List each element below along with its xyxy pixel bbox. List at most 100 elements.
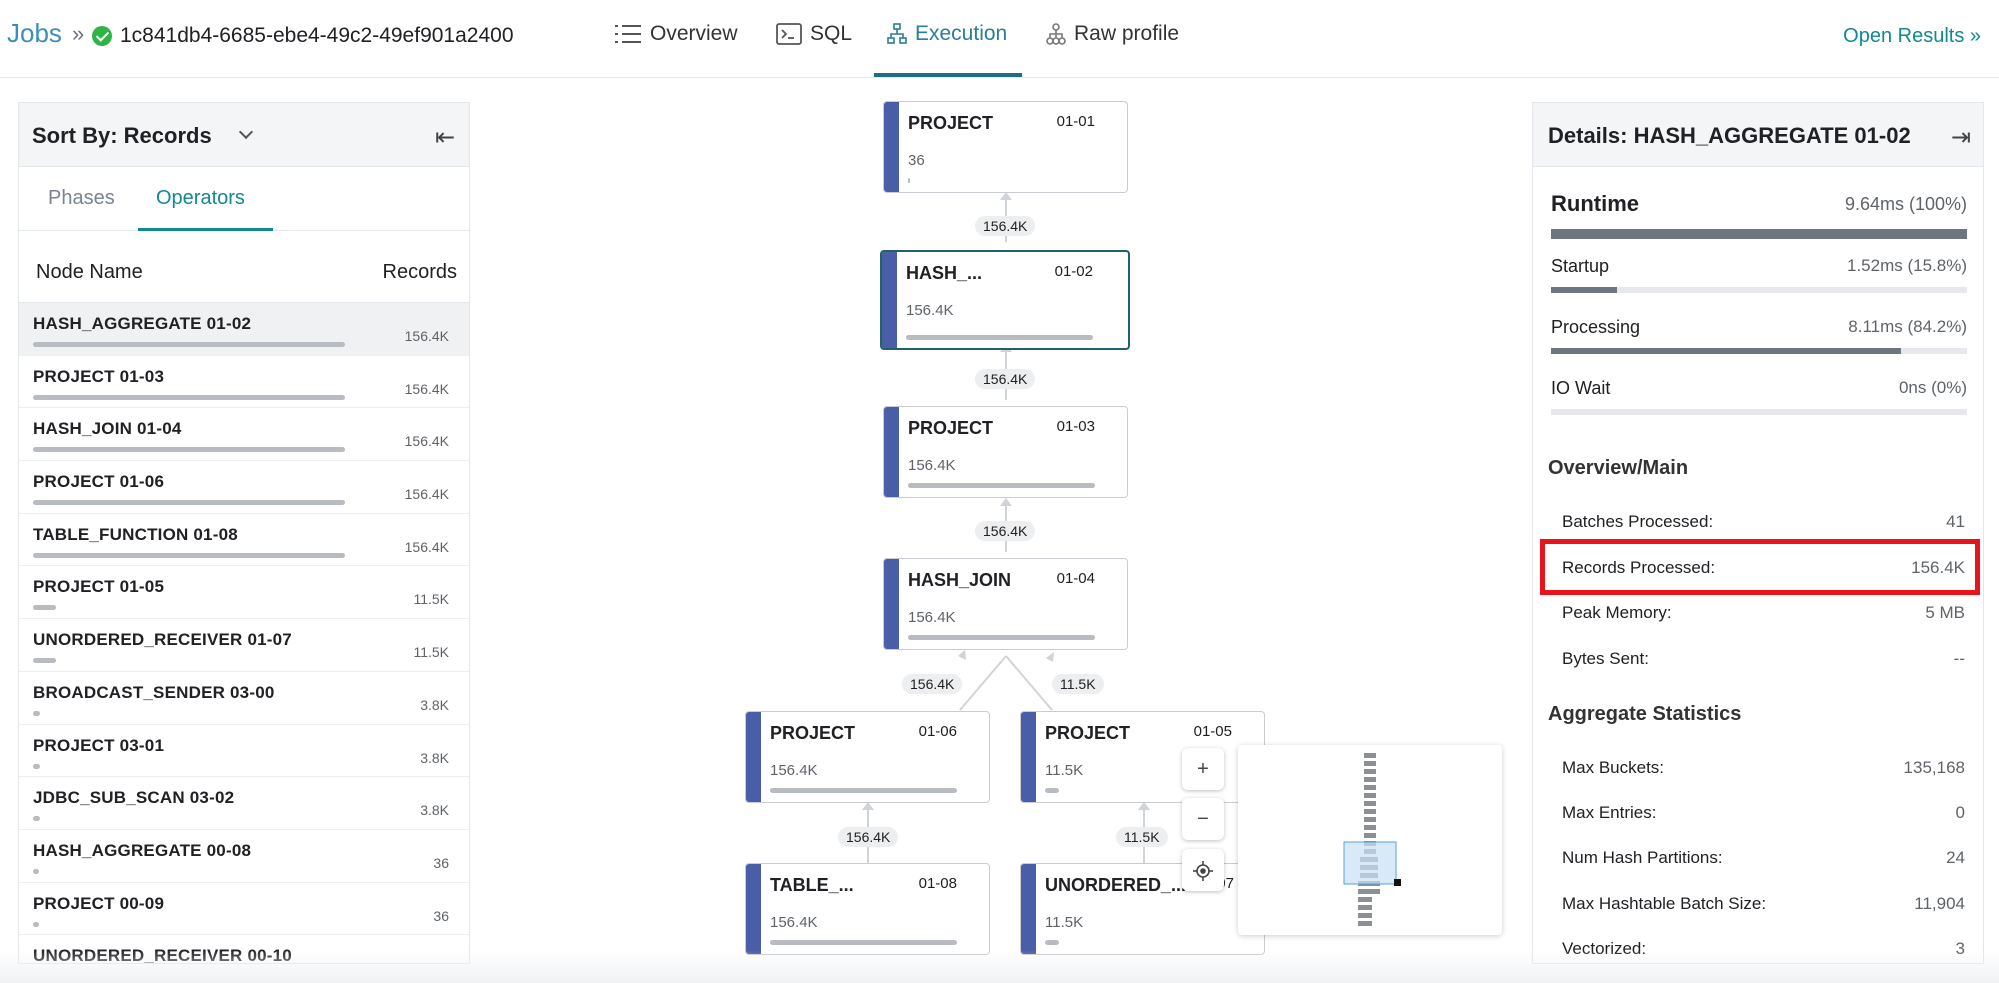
recenter-button[interactable] [1182,849,1224,891]
operator-row[interactable]: HASH_AGGREGATE 01-02 156.4K [19,303,469,356]
operator-row[interactable]: UNORDERED_RECEIVER 01-07 11.5K [19,619,469,672]
column-header-records[interactable]: Records [383,261,457,284]
operator-records: 156.4K [404,486,449,503]
operator-name: PROJECT 01-06 [33,472,165,492]
operators-panel: Sort By: Records ⇤ Phases Operators Node… [18,102,470,964]
graph-node-project-01-01[interactable]: PROJECT 01-01 36 [883,101,1128,193]
stat-label: Batches Processed: [1562,512,1714,531]
node-records-bar [770,788,957,793]
node-records-bar [908,483,1095,488]
sort-by-dropdown[interactable]: Sort By: Records [32,123,212,149]
operator-records-bar [33,605,56,611]
edge-label: 156.4K [838,827,899,847]
tab-overview[interactable]: Overview [614,22,738,78]
node-records-bar [770,940,957,945]
stat-bytes-sent: Bytes Sent: -- [1562,649,1965,679]
stat-value: 11,904 [1914,894,1965,913]
breadcrumb-jobs-link[interactable]: Jobs [7,18,62,49]
node-id: 01-02 [1054,263,1093,280]
minimap-canvas [1343,753,1401,926]
operator-records-bar [33,710,40,716]
operator-row[interactable]: JDBC_SUB_SCAN 03-02 3.8K [19,777,469,830]
stat-max-entries: Max Entries: 0 [1562,803,1965,833]
node-records: 156.4K [908,457,956,474]
node-title: TABLE_... [770,875,854,895]
operator-records: 11.5K [413,591,449,608]
node-id: 01-06 [918,723,957,740]
records-processed-highlight [1540,539,1980,595]
metric-label: Startup [1551,256,1610,276]
metric-label: IO Wait [1551,378,1611,398]
node-title: PROJECT [908,418,994,438]
tab-sql[interactable]: SQL [776,22,852,78]
graph-node-hash-aggregate-01-02[interactable]: HASH_... 01-02 156.4K [880,250,1130,350]
metric-value: 8.11ms (84.2%) [1848,317,1967,336]
tab-sql-label: SQL [810,22,853,45]
graph-node-table-function-01-08[interactable]: TABLE_... 01-08 156.4K [745,863,990,955]
open-results-link[interactable]: Open Results » [1843,25,1981,48]
operator-row[interactable]: PROJECT 01-03 156.4K [19,356,469,409]
overview-section-title: Overview/Main [1548,457,1689,479]
stat-max-buckets: Max Buckets: 135,168 [1562,758,1965,788]
graph-node-project-01-06[interactable]: PROJECT 01-06 156.4K [745,711,990,803]
operator-name: HASH_AGGREGATE 00-08 [33,840,252,860]
runtime-bar-fill [1551,229,1967,239]
operator-row[interactable]: PROJECT 01-06 156.4K [19,461,469,514]
runtime-label: Runtime [1551,191,1639,216]
operator-name: PROJECT 00-09 [33,893,165,913]
startup-metric: Startup 1.52ms (15.8%) [1551,256,1967,293]
operator-name: JDBC_SUB_SCAN 03-02 [33,788,235,808]
operator-name: BROADCAST_SENDER 03-00 [33,682,275,702]
operator-records: 11.5K [413,644,449,661]
operator-row[interactable]: PROJECT 03-01 3.8K [19,725,469,778]
execution-tree-icon [887,23,907,45]
node-title: UNORDERED_... [1045,875,1187,895]
job-id: 1c841db4-6685-ebe4-49c2-49ef901a2400 [120,24,514,47]
operator-row[interactable]: HASH_JOIN 01-04 156.4K [19,408,469,462]
runtime-value: 9.64ms (100%) [1844,194,1967,214]
zoom-out-button[interactable]: − [1182,798,1224,840]
tab-operators[interactable]: Operators [156,187,245,210]
operator-row[interactable]: HASH_AGGREGATE 00-08 36 [19,830,469,883]
hierarchy-icon [1046,23,1066,46]
edge-label: 156.4K [975,216,1036,236]
stat-value: 5 MB [1925,603,1965,622]
stat-peak-memory: Peak Memory: 5 MB [1562,603,1965,633]
operator-row[interactable]: PROJECT 01-05 11.5K [19,566,469,620]
chevron-down-icon[interactable] [238,124,254,140]
graph-node-project-01-03[interactable]: PROJECT 01-03 156.4K [883,406,1128,498]
graph-node-hash-join-01-04[interactable]: HASH_JOIN 01-04 156.4K [883,558,1128,650]
operator-records-bar [33,394,345,400]
stat-value: -- [1953,649,1965,668]
operator-row[interactable]: TABLE_FUNCTION 01-08 156.4K [19,514,469,567]
metric-bar-fill [1551,287,1617,293]
graph-node-unordered-receiver-01-07[interactable]: UNORDERED_... 01-07 11.5K [1020,863,1265,955]
operator-row[interactable]: BROADCAST_SENDER 03-00 3.8K [19,672,469,725]
node-records-bar [906,335,1093,340]
operator-records-bar [33,868,39,874]
tab-raw-profile[interactable]: Raw profile [1046,22,1179,78]
operator-name: PROJECT 03-01 [33,735,165,755]
node-records-bar [1045,940,1059,945]
collapse-left-icon[interactable]: ⇤ [435,123,455,152]
tab-execution[interactable]: Execution [887,22,1007,78]
top-bar: Jobs » 1c841db4-6685-ebe4-49c2-49ef901a2… [0,0,1999,78]
column-header-node-name[interactable]: Node Name [36,261,143,284]
graph-node-project-01-05[interactable]: PROJECT 01-05 11.5K [1020,711,1265,803]
operator-row[interactable]: PROJECT 00-09 36 [19,883,469,936]
collapse-right-icon[interactable]: ⇥ [1951,123,1971,152]
tab-phases[interactable]: Phases [48,187,115,210]
zoom-in-button[interactable]: + [1182,748,1224,790]
details-panel-header: Details: HASH_AGGREGATE 01-02 ⇥ [1533,103,1983,167]
bottom-fade [0,950,1999,983]
runtime-metric: Runtime 9.64ms (100%) [1551,191,1967,239]
io-wait-metric: IO Wait 0ns (0%) [1551,378,1967,415]
graph-minimap[interactable] [1238,745,1502,935]
operators-column-headers: Node Name Records [19,231,469,303]
details-title: Details: HASH_AGGREGATE 01-02 [1548,123,1911,148]
operator-records: 156.4K [404,538,449,555]
edge-label: 11.5K [1116,827,1168,847]
operator-records: 156.4K [404,433,449,450]
stat-value: 0 [1955,803,1965,822]
aggregate-section-title: Aggregate Statistics [1548,703,1742,725]
